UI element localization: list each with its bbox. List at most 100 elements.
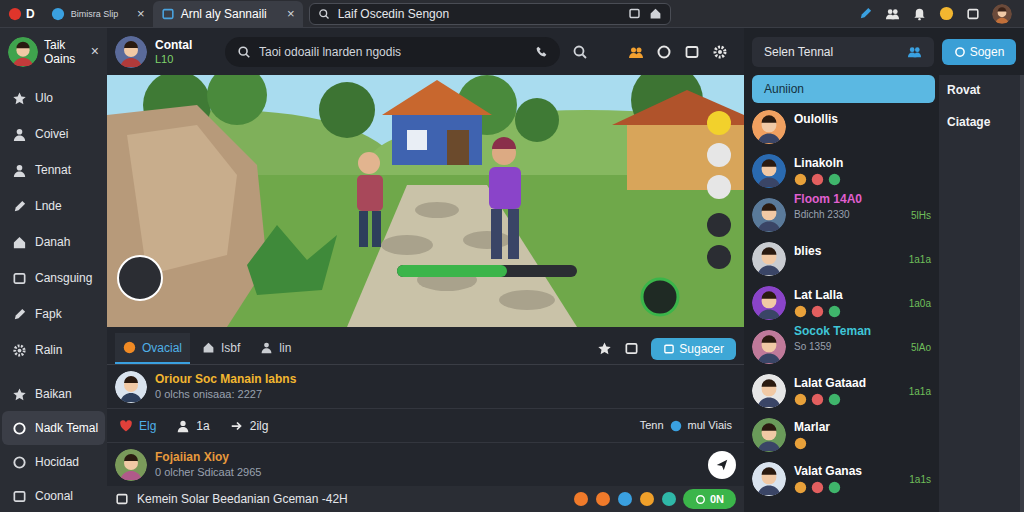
send-icon xyxy=(715,458,729,472)
contact-row[interactable]: Linakoln xyxy=(752,149,935,193)
contact-avatar[interactable] xyxy=(752,418,786,452)
sidebar-item[interactable]: Nadk Temal xyxy=(2,411,105,445)
sidebar-item[interactable]: Fapk xyxy=(2,296,105,332)
user-avatar[interactable] xyxy=(992,4,1012,24)
channel-level: L10 xyxy=(155,52,217,66)
contact-row[interactable]: Lalat Gataad1a1a xyxy=(752,369,935,413)
contact-row[interactable]: Lat Lalla1a0a xyxy=(752,281,935,325)
sidebar-label: Fapk xyxy=(35,305,62,323)
tab-close-button[interactable]: × xyxy=(137,4,145,24)
sidebar-item[interactable]: Lnde xyxy=(2,188,105,224)
sidebar-item[interactable]: Danah xyxy=(2,224,105,260)
side-item[interactable]: Ciatage xyxy=(947,113,1012,131)
action-button[interactable]: 1a xyxy=(176,417,209,435)
channel-avatar[interactable] xyxy=(115,36,147,68)
contact-avatar[interactable] xyxy=(752,330,786,364)
side-item[interactable]: Rovat xyxy=(947,81,1012,99)
tab-close-button[interactable]: × xyxy=(287,4,295,24)
post-row[interactable]: Fojaiian Xioy0 olcher Sdicaat 2965 xyxy=(107,443,744,486)
actions-row: Elg1a2ilgTennmul Viais xyxy=(107,409,744,443)
nav-icon xyxy=(12,91,27,106)
contact-row[interactable]: blies1a1a xyxy=(752,237,935,281)
sidebar-item[interactable]: Cansguing xyxy=(2,260,105,296)
people-icon xyxy=(907,44,922,59)
contact-sub: So 1359 xyxy=(794,339,903,354)
reaction-icon xyxy=(639,491,655,507)
contact-avatar[interactable] xyxy=(752,198,786,232)
suggest-button[interactable]: Sugacer xyxy=(651,338,736,360)
right-header: Sogen xyxy=(744,28,1024,75)
tab-label: lin xyxy=(279,339,291,357)
contact-search[interactable] xyxy=(752,37,934,67)
channel-name: Contal xyxy=(155,38,217,52)
badge-icon xyxy=(794,481,807,494)
contact-avatar[interactable] xyxy=(752,286,786,320)
tabs-actions: Sugacer xyxy=(597,333,736,364)
search-button[interactable]: Sogen xyxy=(942,39,1016,65)
action-label: Elg xyxy=(139,417,156,435)
search-field[interactable] xyxy=(225,37,560,67)
status-button[interactable]: 0N xyxy=(683,489,736,509)
contact-name: Linakoln xyxy=(794,156,931,171)
sidebar-item[interactable]: Hocidad xyxy=(2,445,105,479)
side-column: Rovat Ciatage xyxy=(939,75,1020,512)
browser-tab[interactable]: Arnl aly Sannaili× xyxy=(153,1,303,27)
sidebar-item[interactable]: Baikan xyxy=(2,377,105,411)
browser-bar: DBimisra Slip×Arnl aly Sannaili× Laif Osc… xyxy=(0,0,1024,28)
page-icon xyxy=(161,7,175,21)
contact-row[interactable]: Marlar xyxy=(752,413,935,457)
sidebar-item[interactable]: Tennat xyxy=(2,152,105,188)
sidebar-label: Nadk Temal xyxy=(35,419,98,437)
contact-row[interactable]: Oulollis xyxy=(752,105,935,149)
post-avatar[interactable] xyxy=(115,449,147,481)
channel-info: ContalL10 xyxy=(155,38,217,66)
contact-avatar[interactable] xyxy=(752,374,786,408)
contact-avatar[interactable] xyxy=(752,462,786,496)
content-tab[interactable]: lin xyxy=(252,333,299,364)
reaction-icon xyxy=(573,491,589,507)
content-tab[interactable]: Ovacial xyxy=(115,333,190,364)
badge-icon xyxy=(794,305,807,318)
sidebar-item[interactable]: Coivei xyxy=(2,116,105,152)
sidebar-close-button[interactable]: × xyxy=(91,41,99,62)
contact-name: Lalat Gataad xyxy=(794,376,901,391)
heart-icon xyxy=(119,419,133,433)
sidebar-item[interactable]: Ulo xyxy=(2,80,105,116)
action-button[interactable]: 2ilg xyxy=(230,417,269,435)
contact-name: Socok Teman xyxy=(794,324,903,339)
post-title: Fojaiian Xioy xyxy=(155,450,261,465)
search-input[interactable] xyxy=(259,43,527,61)
category-tab[interactable]: Auniion xyxy=(752,75,935,103)
contact-row[interactable]: Valat Ganas1a1s xyxy=(752,457,935,501)
sidebar-item[interactable]: Ralin xyxy=(2,332,105,368)
contact-info: Lalat Gataad xyxy=(794,376,901,407)
contact-avatar[interactable] xyxy=(752,110,786,144)
sidebar-item[interactable]: Coonal xyxy=(2,479,105,512)
sidebar-label: Coivei xyxy=(35,125,68,143)
scrollbar[interactable] xyxy=(1020,75,1024,512)
sidebar-avatar[interactable] xyxy=(8,37,38,67)
post-text: Fojaiian Xioy0 olcher Sdicaat 2965 xyxy=(155,450,261,480)
contact-avatar[interactable] xyxy=(752,154,786,188)
contact-row[interactable]: Floom 14A0Bdichh 23305lHs xyxy=(752,193,935,237)
feed: Oriour Soc Manain Iabns0 olchs onisaaa: … xyxy=(107,365,744,486)
contact-row[interactable]: Socok TemanSo 13595lAo xyxy=(752,325,935,369)
action-button[interactable]: Elg xyxy=(119,417,156,435)
post-avatar[interactable] xyxy=(115,371,147,403)
badge-row xyxy=(794,173,931,187)
browser-tab[interactable]: Bimisra Slip× xyxy=(43,1,153,27)
bell-icon xyxy=(912,6,927,21)
contact-search-input[interactable] xyxy=(764,43,899,61)
contact-name: blies xyxy=(794,244,901,259)
arrows-icon xyxy=(230,419,244,433)
brand[interactable]: D xyxy=(0,5,43,23)
contact-avatar[interactable] xyxy=(752,242,786,276)
content-tab[interactable]: Isbf xyxy=(194,333,248,364)
nav-icon xyxy=(12,271,27,286)
post-row[interactable]: Oriour Soc Manain Iabns0 olchs onisaaa: … xyxy=(107,365,744,409)
address-bar[interactable]: Laif Oscedin Sengon xyxy=(309,3,671,25)
send-button[interactable] xyxy=(708,451,736,479)
sidebar-header: Taik Oains× xyxy=(0,28,107,75)
game-view[interactable] xyxy=(107,75,744,327)
contact-info: Marlar xyxy=(794,420,931,451)
